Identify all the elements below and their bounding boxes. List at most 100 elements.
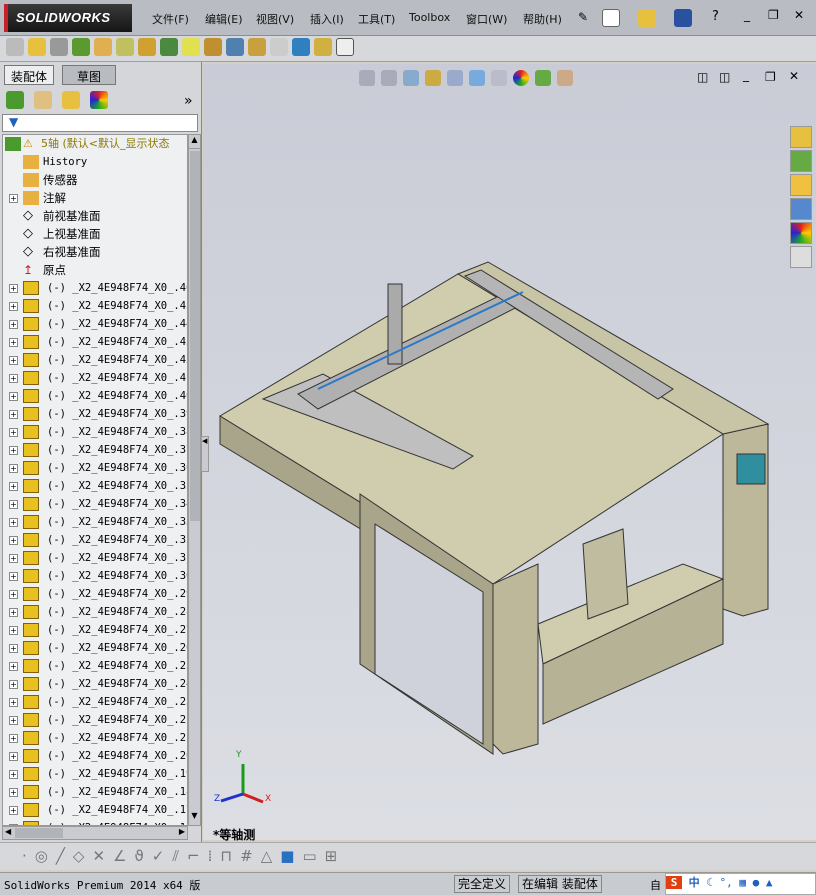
menu-insert[interactable]: 插入(I) [310,11,344,27]
insert-component-icon[interactable] [6,38,24,56]
expand-icon[interactable]: + [9,482,18,491]
expand-icon[interactable]: + [9,662,18,671]
expand-icon[interactable]: + [9,464,18,473]
expand-icon[interactable]: + [9,536,18,545]
expand-icon[interactable]: + [9,590,18,599]
expand-icon[interactable]: + [9,752,18,761]
expand-icon[interactable]: + [9,698,18,707]
menu-help[interactable]: 帮助(H) [523,11,562,27]
expand-icon[interactable]: + [9,194,18,203]
expand-icon[interactable]: + [9,608,18,617]
instant3d-icon[interactable] [336,38,354,56]
menu-view[interactable]: 视图(V) [256,11,294,27]
open-file-icon[interactable] [638,9,656,27]
menu-tools[interactable]: 工具(T) [358,11,395,27]
smart-fasteners-icon[interactable] [94,38,112,56]
circle-icon[interactable]: ◎ [35,847,48,865]
expand-icon[interactable]: + [9,644,18,653]
expand-icon[interactable]: + [9,626,18,635]
expand-icon[interactable]: + [9,320,18,329]
move-component-icon[interactable] [116,38,134,56]
expand-icon[interactable]: + [9,680,18,689]
new-file-icon[interactable] [602,9,620,27]
ime-mode[interactable]: 中 [689,876,700,889]
offset-icon[interactable]: ⫽ [172,847,179,865]
expand-icon[interactable]: + [9,734,18,743]
task-pane-home-icon[interactable] [790,126,812,148]
construction-icon[interactable]: ⁞ [208,847,213,865]
expand-icon[interactable]: + [9,518,18,527]
save-icon[interactable] [674,9,692,27]
mate-icon[interactable] [50,38,68,56]
tab-assembly[interactable]: 装配体 [4,65,55,85]
expand-icon[interactable]: + [9,716,18,725]
reference-geometry-icon[interactable] [182,38,200,56]
new-motion-study-icon[interactable] [204,38,222,56]
mirror-icon[interactable]: ✓ [152,847,165,865]
tree-vertical-scrollbar[interactable]: ▲ ▼ [188,134,201,826]
task-pane-file-explorer-icon[interactable] [790,174,812,196]
expand-icon[interactable]: + [9,284,18,293]
scroll-thumb[interactable] [190,151,200,521]
configuration-manager-icon[interactable] [62,91,80,109]
filter-field[interactable]: ▼ [2,114,198,132]
task-pane-design-library-icon[interactable] [790,150,812,172]
table-icon[interactable]: ▭ [302,847,316,865]
close-icon[interactable]: ✕ [794,8,804,22]
angle-icon[interactable]: ∠ [113,847,126,865]
point-icon[interactable]: · [22,847,27,865]
restore-icon[interactable]: ❐ [768,8,779,22]
scroll-up-icon[interactable]: ▲ [189,135,200,149]
menu-toolbox[interactable]: Toolbox [409,11,450,24]
expand-button[interactable]: » [184,93,193,109]
3d-sketch-icon[interactable]: ■ [280,847,294,865]
expand-icon[interactable]: + [9,338,18,347]
expand-icon[interactable]: + [9,770,18,779]
expand-icon[interactable]: + [9,302,18,311]
line-icon[interactable]: ╱ [56,847,65,865]
menu-window[interactable]: 窗口(W) [466,11,507,27]
expand-icon[interactable]: + [9,806,18,815]
pattern-icon[interactable] [72,38,90,56]
task-pane-view-palette-icon[interactable] [790,198,812,220]
expand-icon[interactable]: + [9,446,18,455]
exploded-view-icon[interactable] [248,38,266,56]
tree-root[interactable]: ⚠ 5轴 (默认<默认_显示状态 [3,135,187,153]
expand-icon[interactable]: + [9,410,18,419]
task-pane-custom-properties-icon[interactable] [790,246,812,268]
layout-icon[interactable]: ⊞ [325,847,338,865]
scroll-left-icon[interactable]: ◀ [5,827,11,836]
graphics-viewport[interactable]: ◫ ◫ _ ❐ ✕ Y X Z *等轴测 [203,64,816,842]
scroll-down-icon[interactable]: ▼ [189,811,200,825]
corner-icon[interactable]: ⌐ [187,847,200,865]
clearance-icon[interactable] [314,38,332,56]
help-icon[interactable]: ? [712,9,719,24]
task-pane-appearances-icon[interactable] [790,222,812,244]
feature-manager-icon[interactable] [6,91,24,109]
expand-icon[interactable]: + [9,428,18,437]
grid-icon[interactable]: # [240,847,253,865]
dimension-icon[interactable]: ⊓ [220,847,232,865]
expand-icon[interactable]: + [9,572,18,581]
expand-icon[interactable]: + [9,500,18,509]
ime-moon-icon[interactable]: ☾ °, ▦ ● ▲ [706,876,772,889]
polygon-icon[interactable]: ◇ [73,847,85,865]
interference-detection-icon[interactable] [292,38,310,56]
ime-toolbar[interactable]: S 中 ☾ °, ▦ ● ▲ [665,873,816,895]
explode-line-icon[interactable] [270,38,288,56]
expand-icon[interactable]: + [9,392,18,401]
menu-edit[interactable]: 编辑(E) [205,11,243,27]
fillet-icon[interactable]: ϑ [134,847,143,865]
assembly-model[interactable] [203,64,816,840]
expand-icon[interactable]: + [9,356,18,365]
menu-file[interactable]: 文件(F) [152,11,189,27]
show-hidden-icon[interactable] [138,38,156,56]
expand-icon[interactable]: + [9,554,18,563]
scroll-right-icon[interactable]: ▶ [179,827,185,836]
property-manager-icon[interactable] [34,91,52,109]
pin-icon[interactable]: ✎ [578,10,588,24]
panel-collapse-handle[interactable]: ◀ [201,436,209,472]
assembly-features-icon[interactable] [160,38,178,56]
display-manager-icon[interactable] [90,91,108,109]
hscroll-thumb[interactable] [15,828,63,838]
